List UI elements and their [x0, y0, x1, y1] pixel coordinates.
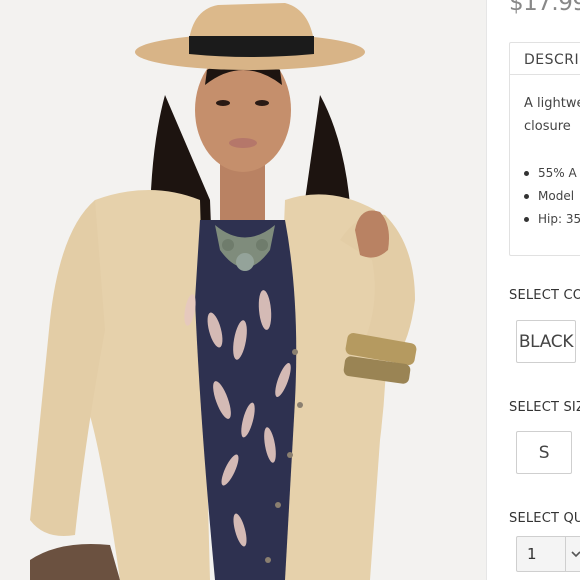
select-quantity-label: SELECT QUANTITY: [509, 511, 580, 526]
select-color-label: SELECT COLOR: [509, 288, 580, 303]
color-option-button[interactable]: BLACK: [516, 320, 576, 363]
bullet-item: 55% A: [518, 162, 580, 185]
description-panel: DESCRIPTION A lightweight closure 55% A …: [509, 42, 580, 256]
description-line: closure: [524, 119, 571, 134]
description-line: A lightweight: [524, 96, 580, 111]
product-photo[interactable]: [0, 0, 486, 580]
model-in-cardigan-image: [0, 0, 486, 580]
quantity-select[interactable]: 1: [516, 536, 580, 572]
description-tab-label: DESCRIPTION: [524, 52, 580, 68]
description-text: A lightweight closure: [524, 92, 580, 138]
bullet-item: Hip: 35: [518, 208, 580, 231]
quantity-value: 1: [527, 545, 537, 563]
product-price: $17.99: [509, 0, 580, 16]
product-details-column: $17.99 DESCRIPTION A lightweight closure…: [487, 0, 580, 580]
select-size-label: SELECT SIZE: [509, 400, 580, 415]
select-separator: [565, 537, 566, 571]
size-option-button[interactable]: S: [516, 431, 572, 474]
bullet-item: Model: [518, 185, 580, 208]
chevron-down-icon: [571, 551, 580, 558]
description-bullets: 55% A Model Hip: 35: [518, 162, 580, 231]
description-tab[interactable]: DESCRIPTION: [510, 43, 580, 75]
